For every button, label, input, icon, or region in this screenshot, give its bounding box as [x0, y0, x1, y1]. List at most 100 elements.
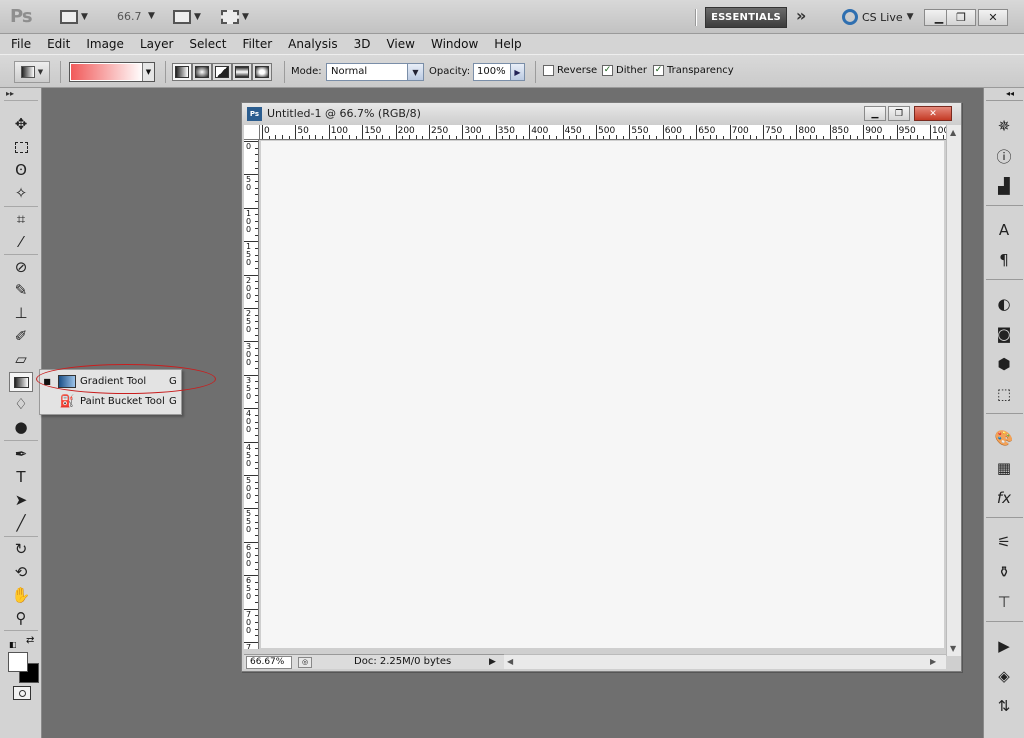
zoom-tool-icon[interactable]: ⚲ [9, 608, 33, 628]
eraser-tool-icon[interactable]: ▱ [9, 349, 33, 369]
masks-icon[interactable]: ◙ [993, 324, 1015, 344]
vertical-ruler[interactable]: 0 50 100 150 200 250 300 350 400 450 500 550 600 650 7… [244, 140, 259, 649]
scroll-up-icon[interactable]: ▲ [950, 128, 956, 137]
dodge-tool-icon[interactable]: ● [9, 417, 33, 437]
angle-gradient-button[interactable] [212, 63, 232, 81]
gradient-tool-menu-item[interactable]: ■ Gradient Tool G [40, 372, 181, 391]
vertical-scrollbar[interactable]: ▲ ▼ [946, 125, 961, 656]
reverse-checkbox[interactable] [543, 65, 554, 76]
radial-gradient-button[interactable] [192, 63, 212, 81]
marquee-tool-icon[interactable] [9, 137, 33, 157]
menu-image[interactable]: Image [78, 37, 132, 51]
dither-checkbox-group[interactable]: ✓ Dither [602, 65, 647, 76]
menu-file[interactable]: File [0, 37, 39, 51]
zoom-status-field[interactable]: 66.67% [246, 656, 292, 669]
3d-panel-icon[interactable]: ⬢ [993, 354, 1015, 374]
magic-wand-tool-icon[interactable]: ✧ [9, 183, 33, 203]
horizontal-scrollbar[interactable]: ◀ ▶ [504, 654, 946, 669]
status-menu-arrow-icon[interactable]: ▶ [489, 657, 496, 667]
brushes-icon[interactable]: ⚟ [993, 532, 1015, 552]
arrange-documents-button[interactable]: ▼ [173, 8, 201, 26]
menu-3d[interactable]: 3D [346, 37, 379, 51]
color-palette-icon[interactable]: 🎨 [993, 428, 1015, 448]
adjustments-icon[interactable]: ◐ [993, 294, 1015, 314]
pen-tool-icon[interactable]: ✒ [9, 444, 33, 464]
chevron-right-icon[interactable]: ▶ [510, 64, 524, 80]
crop-tool-icon[interactable]: ⌗ [9, 209, 33, 229]
reverse-checkbox-group[interactable]: Reverse [543, 65, 597, 76]
chevron-down-icon[interactable]: ▼ [142, 63, 154, 81]
blur-tool-icon[interactable]: ♢ [9, 394, 33, 414]
menu-help[interactable]: Help [486, 37, 529, 51]
line-tool-icon[interactable]: ╱ [9, 513, 33, 533]
scroll-down-icon[interactable]: ▼ [950, 644, 956, 653]
scroll-right-icon[interactable]: ▶ [930, 657, 936, 666]
menu-edit[interactable]: Edit [39, 37, 78, 51]
eyedropper-tool-icon[interactable]: ⁄ [9, 232, 33, 252]
histogram-icon[interactable]: ▟ [993, 176, 1015, 196]
hand-tool-icon[interactable]: ✋ [9, 585, 33, 605]
close-button[interactable]: ✕ [978, 9, 1008, 26]
gradient-preview[interactable] [71, 64, 143, 80]
transparency-checkbox-group[interactable]: ✓ Transparency [653, 65, 734, 76]
horizontal-ruler[interactable]: 0 50 100 150 200 250 300 350 400 450 500 550 600 650 7… [260, 125, 946, 140]
clone-source-icon[interactable]: ⚱ [993, 562, 1015, 582]
channels-icon[interactable]: ⇅ [993, 696, 1015, 716]
more-workspaces-button[interactable]: » [796, 6, 806, 25]
healing-brush-tool-icon[interactable]: ⊘ [9, 257, 33, 277]
paint-bucket-tool-menu-item[interactable]: ⛽ Paint Bucket Tool G [40, 392, 181, 411]
path-selection-tool-icon[interactable]: ➤ [9, 490, 33, 510]
launch-bridge-button[interactable]: ▼ [60, 8, 88, 26]
linear-gradient-button[interactable] [172, 63, 192, 81]
opacity-field[interactable]: 100% ▶ [473, 63, 525, 81]
swap-colors-icon[interactable]: ⇄ [26, 635, 34, 646]
tool-preset-picker[interactable]: ▼ [14, 61, 50, 83]
collapse-panel-icon[interactable]: ▸▸ [6, 89, 14, 98]
character-icon[interactable]: A [993, 220, 1015, 240]
transform-icon[interactable]: ⬚ [993, 384, 1015, 404]
cs-live-button[interactable]: CS Live ▼ [842, 9, 914, 25]
brush-tool-icon[interactable]: ✎ [9, 280, 33, 300]
gradient-picker[interactable]: ▼ [69, 62, 155, 82]
info-icon[interactable]: ⓘ [993, 146, 1015, 166]
document-titlebar[interactable]: Ps Untitled-1 @ 66.7% (RGB/8) ▁ ❐ ✕ [242, 103, 961, 125]
3d-orbit-tool-icon[interactable]: ⟲ [9, 562, 33, 582]
navigator-icon[interactable]: ✵ [993, 116, 1015, 136]
actions-icon[interactable]: ▶ [993, 636, 1015, 656]
quick-mask-button[interactable] [13, 686, 31, 700]
move-tool-icon[interactable]: ✥ [9, 114, 33, 134]
mode-dropdown[interactable]: Normal ▼ [326, 63, 424, 81]
menu-select[interactable]: Select [181, 37, 234, 51]
menu-layer[interactable]: Layer [132, 37, 181, 51]
menu-analysis[interactable]: Analysis [280, 37, 345, 51]
menu-filter[interactable]: Filter [234, 37, 280, 51]
swatches-icon[interactable]: ▦ [993, 458, 1015, 478]
workspace-switcher-button[interactable]: ESSENTIALS [705, 7, 787, 28]
scroll-left-icon[interactable]: ◀ [507, 657, 513, 666]
screen-mode-button[interactable]: ▼ [221, 8, 249, 26]
3d-rotate-tool-icon[interactable]: ↻ [9, 539, 33, 559]
zoom-level[interactable]: 66.7 [117, 10, 142, 23]
document-canvas[interactable] [261, 141, 944, 648]
type-tool-icon[interactable]: T [9, 467, 33, 487]
doc-minimize-button[interactable]: ▁ [864, 106, 886, 121]
chevron-down-icon[interactable]: ▼ [148, 11, 155, 21]
clone-stamp-tool-icon[interactable]: ⊥ [9, 303, 33, 323]
status-info-icon[interactable]: ◎ [298, 657, 312, 668]
history-brush-tool-icon[interactable]: ✐ [9, 326, 33, 346]
reflected-gradient-button[interactable] [232, 63, 252, 81]
doc-restore-button[interactable]: ❐ [888, 106, 910, 121]
menu-window[interactable]: Window [423, 37, 486, 51]
restore-button[interactable]: ❐ [946, 9, 976, 26]
lasso-tool-icon[interactable]: ʘ [9, 160, 33, 180]
foreground-color-swatch[interactable] [8, 652, 28, 672]
diamond-gradient-button[interactable] [252, 63, 272, 81]
menu-view[interactable]: View [378, 37, 422, 51]
doc-close-button[interactable]: ✕ [914, 106, 952, 121]
dither-checkbox[interactable]: ✓ [602, 65, 613, 76]
gradient-tool-icon[interactable] [9, 372, 33, 392]
expand-panels-icon[interactable]: ◂◂ [1006, 89, 1014, 98]
layers-icon[interactable]: ◈ [993, 666, 1015, 686]
transparency-checkbox[interactable]: ✓ [653, 65, 664, 76]
paragraph-icon[interactable]: ¶ [993, 250, 1015, 270]
